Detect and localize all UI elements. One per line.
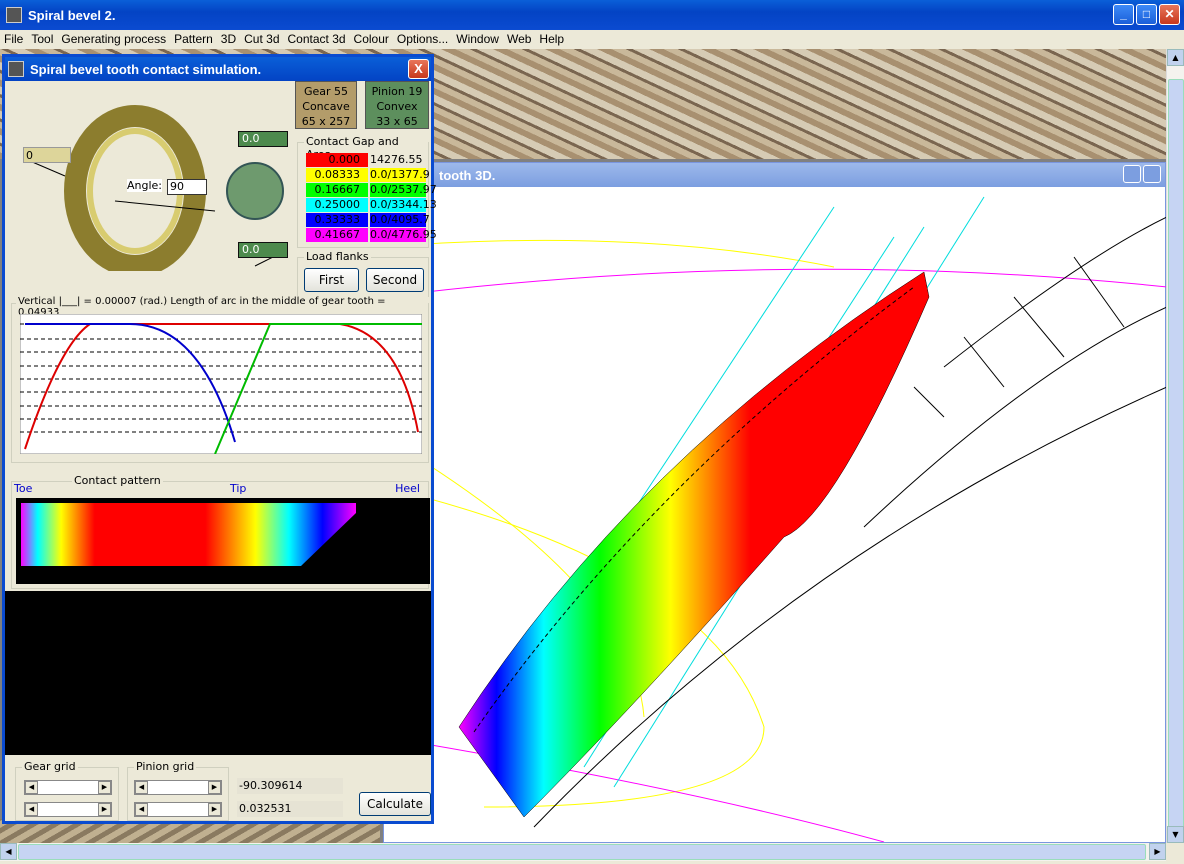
load-flanks-group: Load flanks First Second <box>297 250 429 297</box>
gap-3: 0.25000 <box>306 198 368 212</box>
second-button[interactable]: Second <box>366 268 424 292</box>
area-1: 0.0/1377.9 <box>370 168 430 182</box>
dialog-titlebar: Spiral bevel tooth contact simulation. X <box>5 57 431 81</box>
tooth-3d-maximize-button[interactable] <box>1143 165 1161 183</box>
dialog-title: Spiral bevel tooth contact simulation. <box>30 61 262 77</box>
menu-cut-3d[interactable]: Cut 3d <box>240 30 283 49</box>
gear-grid-group: Gear grid ◀ ▶ ◀ ▶ <box>15 760 119 821</box>
gap-4: 0.33333 <box>306 213 368 227</box>
mdi-workspace: tooth 3D. Spiral bevel tooth contact sim… <box>0 49 1166 843</box>
menu-web[interactable]: Web <box>503 30 535 49</box>
menu-options[interactable]: Options... <box>393 30 452 49</box>
profile-chart <box>20 314 422 454</box>
dialog-icon <box>8 61 24 77</box>
menu-colour[interactable]: Colour <box>350 30 393 49</box>
first-button[interactable]: First <box>304 268 359 292</box>
app-title: Spiral bevel 2. <box>28 7 116 23</box>
gap-1: 0.08333 <box>306 168 368 182</box>
contact-gap-area-group: Contact Gap and Area 0.000 14276.55 0.08… <box>297 135 437 248</box>
dialog-close-button[interactable]: X <box>408 59 429 79</box>
gear-grid-slider-2[interactable]: ◀ ▶ <box>24 802 112 817</box>
gap-0: 0.000 <box>306 153 368 167</box>
pinion-info-box: Pinion 19 Convex 33 x 65 <box>365 81 429 129</box>
pinion-grid-slider-2[interactable]: ◀ ▶ <box>134 802 222 817</box>
dialog-body: 0 Angle: 90 0.0 0.0 Gear 55 Concave 65 x 2… <box>5 81 437 824</box>
gear-grid-label: Gear grid <box>22 760 78 773</box>
angle-input[interactable]: 90 <box>167 179 207 195</box>
area-3: 0.0/3344.13 <box>370 198 437 212</box>
pinion-grid-group: Pinion grid ◀ ▶ ◀ ▶ <box>127 760 229 821</box>
tip-label: Tip <box>230 482 247 495</box>
menu-pattern[interactable]: Pattern <box>170 30 217 49</box>
contact-pattern-label: Contact pattern <box>72 474 163 487</box>
app-titlebar: Spiral bevel 2. _ □ ✕ <box>0 0 1184 30</box>
gap-2: 0.16667 <box>306 183 368 197</box>
pinion-grid-slider-1[interactable]: ◀ ▶ <box>134 780 222 795</box>
menu-tool[interactable]: Tool <box>27 30 57 49</box>
horizontal-scroll-thumb[interactable] <box>18 844 1146 860</box>
gear-grid-slider-1[interactable]: ◀ ▶ <box>24 780 112 795</box>
scroll-left-button[interactable]: ◀ <box>0 843 17 860</box>
area-5: 0.0/4776.95 <box>370 228 437 242</box>
gap-5: 0.41667 <box>306 228 368 242</box>
tooth-3d-titlebar: tooth 3D. <box>384 163 1165 187</box>
menu-bar: File Tool Generating process Pattern 3D … <box>0 30 1184 49</box>
tooth-3d-minimize-button[interactable] <box>1123 165 1141 183</box>
maximize-button[interactable]: □ <box>1136 4 1157 25</box>
scroll-up-button[interactable]: ▲ <box>1167 49 1184 66</box>
area-2: 0.0/2537.97 <box>370 183 437 197</box>
minimize-button[interactable]: _ <box>1113 4 1134 25</box>
angle-label: Angle: <box>127 179 163 192</box>
contact-simulation-dialog[interactable]: Spiral bevel tooth contact simulation. X… <box>2 54 437 824</box>
area-4: 0.0/4095.7 <box>370 213 430 227</box>
load-flanks-label: Load flanks <box>304 250 371 263</box>
pinion-grid-label: Pinion grid <box>134 760 197 773</box>
area-0: 14276.55 <box>370 153 426 167</box>
calculate-button[interactable]: Calculate <box>359 792 431 816</box>
profile-chart-group: Vertical |___| = 0.00007 (rad.) Length o… <box>11 296 429 463</box>
scroll-down-button[interactable]: ▼ <box>1167 826 1184 843</box>
result-value-1: -90.309614 <box>237 778 343 794</box>
contact-pattern-view <box>16 498 430 584</box>
app-icon <box>6 7 22 23</box>
menu-contact-3d[interactable]: Contact 3d <box>284 30 350 49</box>
result-value-2: 0.032531 <box>237 801 343 817</box>
close-button[interactable]: ✕ <box>1159 4 1180 25</box>
heel-label: Heel <box>395 482 420 495</box>
tooth-3d-title: tooth 3D. <box>439 167 496 183</box>
top-value-field[interactable]: 0.0 <box>238 131 288 147</box>
menu-generating-process[interactable]: Generating process <box>57 30 170 49</box>
bottom-value-field[interactable]: 0.0 <box>238 242 288 258</box>
black-canvas <box>5 591 431 755</box>
menu-3d[interactable]: 3D <box>217 30 240 49</box>
scroll-right-button[interactable]: ▶ <box>1149 843 1166 860</box>
gear-info-box: Gear 55 Concave 65 x 257 <box>295 81 357 129</box>
menu-file[interactable]: File <box>0 30 27 49</box>
tooth-3d-view[interactable] <box>383 187 1166 843</box>
menu-window[interactable]: Window <box>452 30 503 49</box>
left-value-field[interactable]: 0 <box>23 147 71 163</box>
contact-pattern-group: Contact pattern Toe Tip Heel <box>11 474 430 589</box>
vertical-scroll-thumb[interactable] <box>1168 79 1184 839</box>
horizontal-scrollbar[interactable]: ◀ ▶ <box>0 843 1166 861</box>
menu-help[interactable]: Help <box>535 30 568 49</box>
vertical-scrollbar[interactable]: ▲ ▼ <box>1166 49 1184 843</box>
tooth-3d-window[interactable]: tooth 3D. <box>383 162 1166 843</box>
toe-label: Toe <box>14 482 33 495</box>
